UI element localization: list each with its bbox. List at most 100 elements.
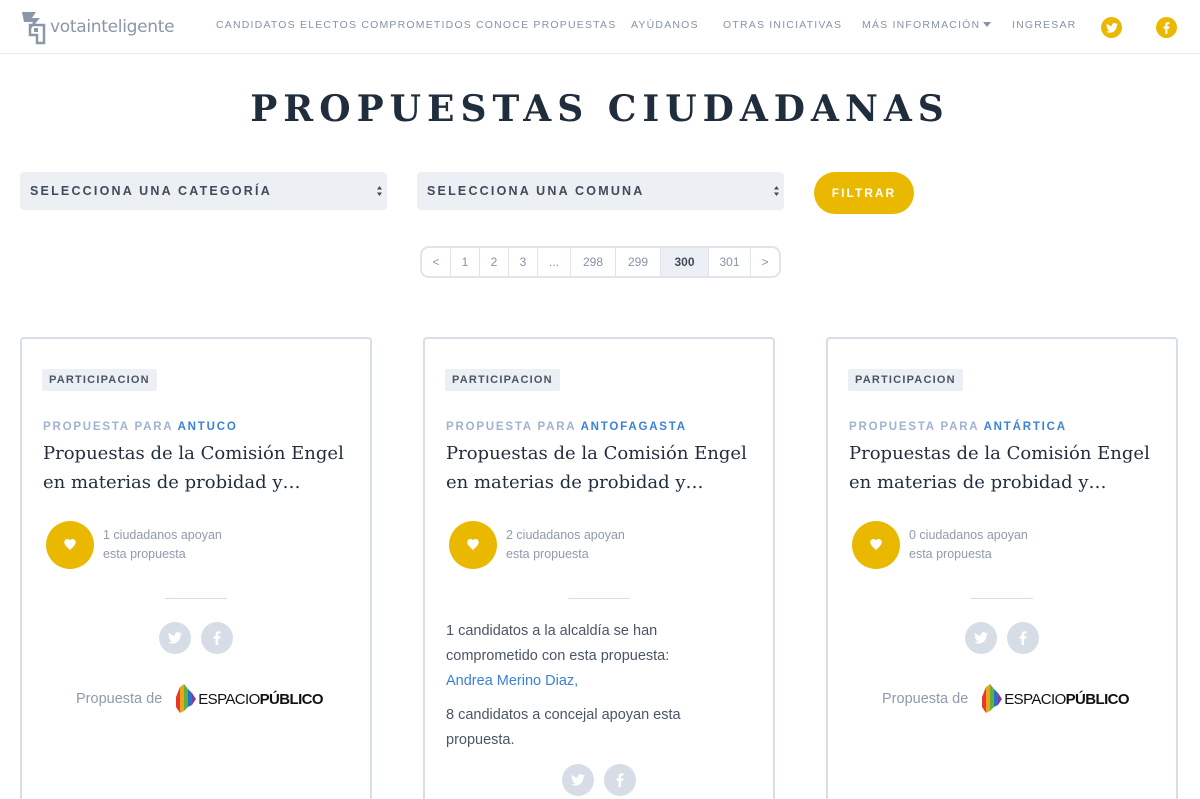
heart-icon [64, 539, 76, 551]
author-label: Propuesta de [76, 691, 163, 707]
proposal-card[interactable]: PARTICIPACION PROPUESTA PARA ANTOFAGASTA… [423, 337, 775, 799]
facebook-icon [1019, 631, 1027, 645]
nav-link-ayudanos[interactable]: AYÚDANOS [631, 19, 699, 31]
proposal-title-line: Propuestas de la Comisión Engel [446, 443, 747, 464]
logo-text-part: PÚBLICO [259, 690, 324, 708]
share-buttons [965, 622, 1039, 654]
commitment-line: 1 candidatos a la alcaldía se han [446, 623, 658, 639]
twitter-icon [571, 774, 585, 786]
share-facebook-button[interactable] [1007, 622, 1039, 654]
nav-link-otras-iniciativas[interactable]: OTRAS INICIATIVAS [723, 19, 842, 31]
proposal-title-line: Propuestas de la Comisión Engel [849, 443, 1150, 464]
nav-link-conoce-propuestas[interactable]: CONOCE PROPUESTAS [476, 19, 616, 31]
proposal-commune-line: PROPUESTA PARA ANTUCO [43, 421, 238, 433]
support-count-line: esta propuesta [909, 547, 992, 561]
support-heart-button[interactable] [852, 521, 900, 569]
support-count-text: 1 ciudadanos apoyan esta propuesta [103, 526, 243, 564]
proposal-for-label: PROPUESTA PARA [849, 421, 979, 433]
category-select-label: SELECCIONA UNA CATEGORÍA [30, 184, 272, 198]
logo-text-part: ESPACIO [1004, 690, 1066, 708]
pagination-page-300-current[interactable]: 300 [661, 248, 709, 276]
logo-text-part: PÚBLICO [1065, 690, 1130, 708]
pagination-page-298[interactable]: 298 [571, 248, 616, 276]
twitter-icon [974, 632, 988, 644]
pagination-page-299[interactable]: 299 [616, 248, 661, 276]
support-count-text: 0 ciudadanos apoyan esta propuesta [909, 526, 1049, 564]
facebook-button[interactable] [1156, 17, 1177, 38]
filter-button[interactable]: FILTRAR [814, 172, 914, 214]
proposal-title[interactable]: Propuestas de la Comisión Engel en mater… [849, 439, 1159, 497]
pagination-page-1[interactable]: 1 [451, 248, 480, 276]
pagination: < 1 2 3 ... 298 299 300 301 > [420, 246, 781, 278]
commune-link[interactable]: ANTUCO [178, 421, 238, 433]
proposal-commune-line: PROPUESTA PARA ANTÁRTICA [849, 421, 1067, 433]
proposal-commune-line: PROPUESTA PARA ANTOFAGASTA [446, 421, 687, 433]
category-tag[interactable]: PARTICIPACION [445, 369, 560, 391]
commitment-line: comprometido con esta propuesta: [446, 648, 670, 664]
support-count-line: 1 ciudadanos apoyan [103, 528, 222, 542]
pagination-ellipsis: ... [538, 248, 571, 276]
share-buttons [562, 764, 636, 796]
facebook-icon [616, 773, 624, 787]
support-block: 0 ciudadanos apoyan esta propuesta [852, 521, 1049, 569]
espacio-publico-logo-text: ESPACIOPÚBLICO [1004, 691, 1129, 708]
divider [971, 598, 1033, 599]
share-facebook-button[interactable] [201, 622, 233, 654]
proposal-for-label: PROPUESTA PARA [43, 421, 173, 433]
select-arrows-icon [774, 186, 779, 196]
espacio-publico-logo[interactable]: ESPACIOPÚBLICO [175, 683, 324, 715]
commune-select[interactable]: SELECCIONA UNA COMUNA [417, 172, 784, 210]
nav-link-candidatos[interactable]: CANDIDATOS ELECTOS COMPROMETIDOS [216, 19, 472, 31]
support-block: 1 ciudadanos apoyan esta propuesta [46, 521, 243, 569]
logo-text-part: ESPACIO [198, 690, 260, 708]
category-tag[interactable]: PARTICIPACION [848, 369, 963, 391]
support-count-line: 2 ciudadanos apoyan [506, 528, 625, 542]
pagination-prev[interactable]: < [422, 248, 451, 276]
heart-icon [467, 539, 479, 551]
proposal-card[interactable]: PARTICIPACION PROPUESTA PARA ANTÁRTICA P… [826, 337, 1178, 799]
support-count-text: 2 ciudadanos apoyan esta propuesta [506, 526, 646, 564]
proposal-title-line: en materias de probidad y… [446, 472, 704, 493]
share-twitter-button[interactable] [562, 764, 594, 796]
pagination-page-301[interactable]: 301 [709, 248, 751, 276]
nav-link-mas-informacion[interactable]: MÁS INFORMACIÓN [862, 19, 992, 31]
share-facebook-button[interactable] [604, 764, 636, 796]
share-twitter-button[interactable] [965, 622, 997, 654]
espacio-publico-logo[interactable]: ESPACIOPÚBLICO [981, 683, 1130, 715]
nav-link-ingresar[interactable]: INGRESAR [1012, 19, 1076, 31]
proposal-title-line: Propuestas de la Comisión Engel [43, 443, 344, 464]
pagination-next[interactable]: > [751, 248, 779, 276]
espacio-publico-logo-icon [982, 684, 1003, 713]
nav-link-mas-informacion-label: MÁS INFORMACIÓN [862, 19, 981, 31]
proposal-title[interactable]: Propuestas de la Comisión Engel en mater… [446, 439, 756, 497]
support-heart-button[interactable] [449, 521, 497, 569]
twitter-button[interactable] [1101, 17, 1122, 38]
support-count-line: 0 ciudadanos apoyan [909, 528, 1028, 542]
espacio-publico-logo-text: ESPACIOPÚBLICO [198, 691, 323, 708]
pagination-page-3[interactable]: 3 [509, 248, 538, 276]
candidate-link[interactable]: Andrea Merino Diaz, [446, 673, 578, 689]
commune-link[interactable]: ANTÁRTICA [984, 421, 1067, 433]
proposal-title[interactable]: Propuestas de la Comisión Engel en mater… [43, 439, 353, 497]
council-support-text: 8 candidatos a concejal apoyan esta prop… [446, 703, 736, 753]
council-support-line: 8 candidatos a concejal apoyan esta [446, 707, 681, 723]
facebook-icon [1163, 21, 1170, 34]
category-select[interactable]: SELECCIONA UNA CATEGORÍA [20, 172, 387, 210]
support-count-line: esta propuesta [506, 547, 589, 561]
support-heart-button[interactable] [46, 521, 94, 569]
author-block: Propuesta de ESPACIOPÚBLICO [882, 683, 1130, 715]
author-block: Propuesta de ESPACIOPÚBLICO [76, 683, 324, 715]
support-block: 2 ciudadanos apoyan esta propuesta [449, 521, 646, 569]
pagination-page-2[interactable]: 2 [480, 248, 509, 276]
share-twitter-button[interactable] [159, 622, 191, 654]
commune-link[interactable]: ANTOFAGASTA [581, 421, 687, 433]
page-title: PROPUESTAS CIUDADANAS [250, 88, 950, 130]
heart-icon [870, 539, 882, 551]
proposal-title-line: en materias de probidad y… [849, 472, 1107, 493]
category-tag[interactable]: PARTICIPACION [42, 369, 157, 391]
twitter-icon [168, 632, 182, 644]
divider [165, 598, 227, 599]
proposal-for-label: PROPUESTA PARA [446, 421, 576, 433]
proposal-title-line: en materias de probidad y… [43, 472, 301, 493]
proposal-card[interactable]: PARTICIPACION PROPUESTA PARA ANTUCO Prop… [20, 337, 372, 799]
